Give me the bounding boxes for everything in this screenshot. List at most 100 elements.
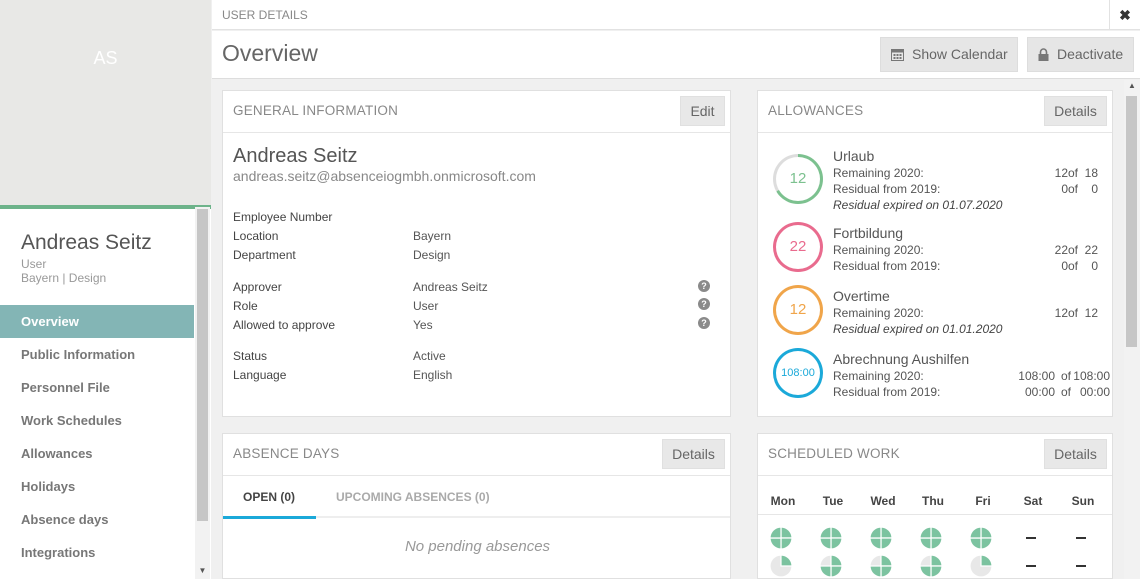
scheduled-work-title: SCHEDULED WORK [768, 446, 900, 461]
schedule-pie [969, 526, 993, 550]
allowance-ring-value: 22 [789, 238, 807, 255]
general-information-title: GENERAL INFORMATION [233, 103, 399, 118]
profile-name: Andreas Seitz [21, 231, 152, 254]
schedule-pie [869, 554, 893, 578]
schedule-pie [769, 554, 793, 578]
scheduled-details-button[interactable]: Details [1044, 439, 1107, 469]
active-tab-indicator [223, 516, 316, 519]
nav-integrations[interactable]: Integrations [0, 536, 194, 569]
department-value: Design [413, 248, 451, 262]
main-scrollbar-thumb[interactable] [1126, 96, 1137, 347]
employee-number-label: Employee Number [233, 210, 333, 224]
allowance-ring-value: 12 [789, 170, 807, 187]
day-header-thu: Thu [922, 494, 944, 508]
allowed-to-approve-value: Yes [413, 318, 433, 332]
no-schedule-dash [1076, 565, 1086, 567]
allowance-row-label: Residual from 2019: [833, 259, 941, 273]
language-label: Language [233, 368, 287, 382]
schedule-pie [869, 526, 893, 550]
allowance-total: 108:00 [1073, 369, 1110, 383]
schedule-pies [769, 526, 993, 578]
topbar-title: USER DETAILS [222, 8, 308, 22]
avatar-initials: AS [93, 48, 118, 68]
allowance-row-label: Remaining 2020: [833, 306, 924, 320]
allowance-name: Fortbildung [833, 225, 904, 241]
deactivate-button[interactable]: Deactivate [1027, 37, 1134, 72]
allowed-to-approve-help-icon[interactable]: ? [698, 317, 710, 329]
allowance-total: 00:00 [1079, 385, 1110, 399]
allowed-to-approve-label: Allowed to approve [233, 318, 336, 332]
tab-upcoming-absences[interactable]: UPCOMING ABSENCES (0) [336, 490, 490, 504]
allowance-ring-abrechnung-aushilfen: 108:00 [773, 348, 823, 398]
calendar-icon [891, 49, 904, 61]
divider [223, 475, 730, 476]
nav-personnel-file[interactable]: Personnel File [0, 371, 194, 404]
deactivate-label: Deactivate [1057, 46, 1124, 62]
page-title: Overview [222, 40, 318, 66]
divider [758, 132, 1112, 133]
allowance-total: 12 [1084, 306, 1098, 320]
divider [223, 132, 730, 133]
role-label: Role [233, 299, 258, 313]
tab-open[interactable]: OPEN (0) [243, 490, 295, 504]
no-schedule-dash [1076, 537, 1086, 539]
schedule-pie [819, 526, 843, 550]
schedule-pie [769, 526, 793, 550]
show-calendar-button[interactable]: Show Calendar [880, 37, 1018, 72]
language-value: English [413, 368, 453, 382]
allowance-name: Urlaub [833, 148, 875, 164]
status-label: Status [233, 349, 268, 363]
allowance-total: 22 [1084, 243, 1098, 257]
day-header-wed: Wed [870, 494, 896, 508]
sidebar-scrollbar-thumb[interactable] [197, 209, 208, 521]
allowances-card: ALLOWANCES Details 12 Urlaub Remaining 2… [757, 90, 1113, 417]
schedule-pie [819, 554, 843, 578]
role-help-icon[interactable]: ? [698, 298, 710, 310]
allowance-remaining: 00:00 [1024, 385, 1055, 399]
allowance-total: 0 [1091, 182, 1098, 196]
scheduled-work-card: SCHEDULED WORK Details Mon Tue Wed Thu F… [757, 433, 1113, 579]
allowance-ring-overtime: 12 [773, 285, 823, 335]
profile-accent-bar [0, 205, 211, 209]
allowance-ring-value: 12 [789, 301, 807, 318]
location-value: Bayern [413, 229, 452, 243]
nav-holidays[interactable]: Holidays [0, 470, 194, 503]
day-header-mon: Mon [770, 494, 796, 508]
status-value: Active [413, 349, 446, 363]
allowance-row-label: Remaining 2020: [833, 369, 924, 383]
absence-details-button[interactable]: Details [662, 439, 725, 469]
sidebar-scroll-down-icon[interactable]: ▼ [196, 566, 209, 575]
approver-help-icon[interactable]: ? [698, 280, 710, 292]
allowance-total: 0 [1091, 259, 1098, 273]
nav-work-schedules[interactable]: Work Schedules [0, 404, 194, 437]
allowance-name: Abrechnung Aushilfen [833, 351, 970, 367]
nav-public-information[interactable]: Public Information [0, 338, 194, 371]
nav-absence-days[interactable]: Absence days [0, 503, 194, 536]
schedule-pie [919, 554, 943, 578]
allowance-remaining: 108:00 [1018, 369, 1055, 383]
day-header-sat: Sat [1023, 494, 1043, 508]
topbar [212, 0, 1140, 30]
profile-role: User [21, 257, 47, 271]
allowance-row-label: Residual from 2019: [833, 182, 941, 196]
avatar [0, 0, 211, 205]
allowance-note: Residual expired on 01.01.2020 [833, 322, 1003, 336]
approver-label: Approver [233, 280, 282, 294]
schedule-pie [969, 554, 993, 578]
allowance-row-label: Remaining 2020: [833, 243, 924, 257]
close-button[interactable]: ✖ [1109, 0, 1140, 30]
nav-overview[interactable]: Overview [0, 305, 194, 338]
employee-name: Andreas Seitz [233, 145, 358, 167]
location-label: Location [233, 229, 279, 243]
allowance-total: 18 [1084, 166, 1098, 180]
allowances-details-button[interactable]: Details [1044, 96, 1107, 126]
edit-button[interactable]: Edit [680, 96, 725, 126]
nav-allowances[interactable]: Allowances [0, 437, 194, 470]
no-schedule-dash [1026, 537, 1036, 539]
profile-location: Bayern | Design [21, 271, 107, 285]
allowance-row-label: Residual from 2019: [833, 385, 941, 399]
main-scroll-up-icon[interactable]: ▲ [1124, 81, 1140, 90]
show-calendar-label: Show Calendar [912, 46, 1008, 62]
lock-icon [1038, 48, 1049, 61]
empty-absences-message: No pending absences [404, 538, 551, 555]
